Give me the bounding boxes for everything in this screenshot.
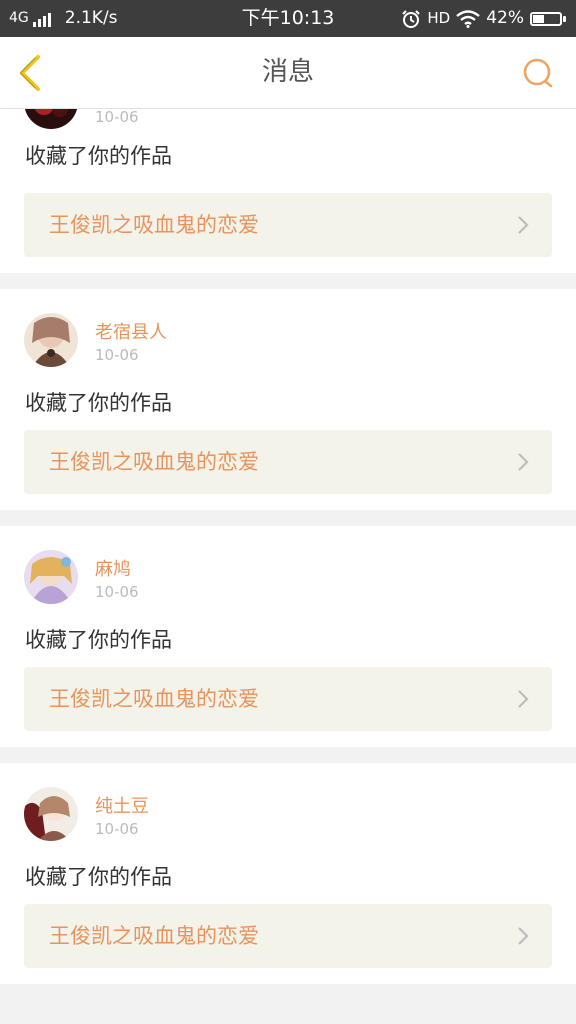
header: 消息 [0,37,576,109]
chevron-right-icon [518,927,529,945]
battery-percent: 42% [486,8,524,28]
chevron-right-icon [518,453,529,471]
work-link[interactable]: 王俊凯之吸血鬼的恋爱 [24,667,552,731]
action-text: 收藏了你的作品 [25,391,172,415]
search-icon [523,58,553,88]
work-link[interactable]: 王俊凯之吸血鬼的恋爱 [24,430,552,494]
message-card: 麻鸠 10-06 收藏了你的作品 王俊凯之吸血鬼的恋爱 [0,526,576,747]
avatar[interactable] [24,313,78,367]
message-date: 10-06 [95,820,139,838]
work-title: 王俊凯之吸血鬼的恋爱 [49,213,259,237]
screen: 4G 2.1K/s 下午10:13 HD 42% 消息 10-06 收藏了你的作… [0,0,576,1024]
message-card: 老宿县人 10-06 收藏了你的作品 王俊凯之吸血鬼的恋爱 [0,289,576,510]
message-date: 10-06 [95,583,139,601]
wifi-icon [456,9,480,28]
work-link[interactable]: 王俊凯之吸血鬼的恋爱 [24,904,552,968]
chevron-right-icon [518,690,529,708]
avatar[interactable] [24,108,78,129]
page-title: 消息 [261,57,314,87]
work-title: 王俊凯之吸血鬼的恋爱 [49,687,259,711]
message-date: 10-06 [95,346,139,364]
work-title: 王俊凯之吸血鬼的恋爱 [49,924,259,948]
action-text: 收藏了你的作品 [25,865,172,889]
status-bar: 4G 2.1K/s 下午10:13 HD 42% [0,0,576,37]
battery-icon [530,11,566,26]
user-name[interactable]: 麻鸠 [95,555,131,581]
hd-indicator: HD [427,9,451,27]
action-text: 收藏了你的作品 [25,628,172,652]
work-link[interactable]: 王俊凯之吸血鬼的恋爱 [24,193,552,257]
status-right: HD 42% [395,0,566,37]
message-card: 纯土豆 10-06 收藏了你的作品 王俊凯之吸血鬼的恋爱 [0,763,576,984]
message-card: 10-06 收藏了你的作品 王俊凯之吸血鬼的恋爱 [0,108,576,273]
chevron-right-icon [518,216,529,234]
user-name[interactable]: 纯土豆 [95,792,149,818]
user-name[interactable]: 老宿县人 [95,318,167,344]
action-text: 收藏了你的作品 [25,144,172,168]
search-button[interactable] [518,53,558,93]
message-feed[interactable]: 10-06 收藏了你的作品 王俊凯之吸血鬼的恋爱 老宿县人 10-06 收藏了你… [0,108,576,1024]
avatar[interactable] [24,787,78,841]
message-date: 10-06 [95,108,139,126]
alarm-icon [402,9,421,28]
work-title: 王俊凯之吸血鬼的恋爱 [49,450,259,474]
avatar[interactable] [24,550,78,604]
